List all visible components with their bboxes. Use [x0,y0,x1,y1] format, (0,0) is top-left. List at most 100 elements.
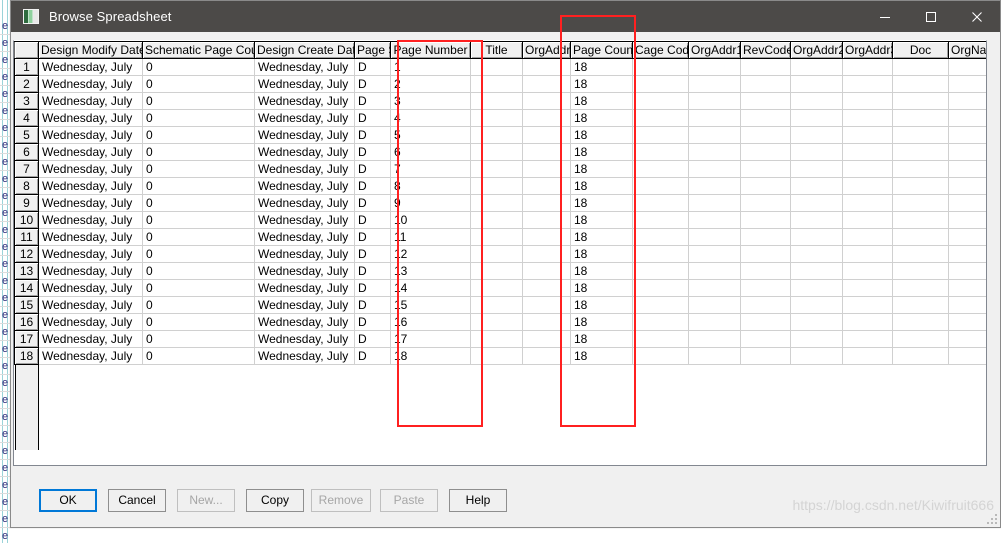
cell-title[interactable] [470,194,523,212]
cell-orgaddr4[interactable] [522,143,571,161]
cell-orgname[interactable] [948,330,986,348]
cell-design-modify-date[interactable]: Wednesday, July [38,126,143,144]
row-number[interactable]: 4 [14,109,39,127]
cell-orgaddr3[interactable] [842,160,893,178]
cell-page-count[interactable]: 18 [570,92,633,110]
cell-design-create-date[interactable]: Wednesday, July [254,279,355,297]
cell-orgaddr2[interactable] [790,262,843,280]
cell-page-size[interactable]: D [354,211,391,229]
cell-page-size[interactable]: D [354,109,391,127]
cell-page-count[interactable]: 18 [570,211,633,229]
row-number[interactable]: 1 [14,58,39,76]
cell-orgaddr4[interactable] [522,313,571,331]
cell-revcode[interactable] [740,347,791,365]
cell-schematic-page-count[interactable]: 0 [142,75,255,93]
cell-design-create-date[interactable]: Wednesday, July [254,126,355,144]
cell-page-number[interactable]: 17 [390,330,471,348]
cancel-button[interactable]: Cancel [108,489,166,512]
cell-design-modify-date[interactable]: Wednesday, July [38,245,143,263]
column-header-doc[interactable]: Doc [892,41,949,59]
cell-doc[interactable] [892,245,949,263]
cell-schematic-page-count[interactable]: 0 [142,330,255,348]
minimize-button[interactable] [862,1,908,32]
row-number[interactable]: 3 [14,92,39,110]
cell-orgname[interactable] [948,143,986,161]
column-header-orgaddr4[interactable]: OrgAddr4 [522,41,571,59]
cell-title[interactable] [470,92,523,110]
cell-doc[interactable] [892,296,949,314]
cell-orgaddr3[interactable] [842,177,893,195]
cell-doc[interactable] [892,75,949,93]
table-row[interactable]: 7 Wednesday, July 0 Wednesday, July D 7 18 [14,160,986,178]
table-row[interactable]: 13 Wednesday, July 0 Wednesday, July D 13 18 [14,262,986,280]
cell-orgaddr3[interactable] [842,211,893,229]
cell-page-count[interactable]: 18 [570,330,633,348]
cell-page-count[interactable]: 18 [570,313,633,331]
cell-title[interactable] [470,126,523,144]
row-number[interactable]: 16 [14,313,39,331]
cell-page-number[interactable]: 7 [390,160,471,178]
row-number[interactable]: 8 [14,177,39,195]
cell-page-number[interactable]: 14 [390,279,471,297]
cell-orgaddr4[interactable] [522,330,571,348]
cell-orgaddr2[interactable] [790,75,843,93]
cell-page-number[interactable]: 8 [390,177,471,195]
cell-page-size[interactable]: D [354,313,391,331]
cell-page-size[interactable]: D [354,262,391,280]
cell-revcode[interactable] [740,194,791,212]
cell-page-number[interactable]: 11 [390,228,471,246]
cell-revcode[interactable] [740,313,791,331]
cell-revcode[interactable] [740,58,791,76]
cell-cage-code[interactable] [632,296,689,314]
cell-revcode[interactable] [740,126,791,144]
cell-cage-code[interactable] [632,160,689,178]
cell-orgaddr3[interactable] [842,296,893,314]
cell-cage-code[interactable] [632,228,689,246]
cell-doc[interactable] [892,347,949,365]
cell-revcode[interactable] [740,92,791,110]
cell-design-create-date[interactable]: Wednesday, July [254,245,355,263]
cell-orgaddr3[interactable] [842,279,893,297]
cell-revcode[interactable] [740,262,791,280]
cell-title[interactable] [470,109,523,127]
cell-page-count[interactable]: 18 [570,194,633,212]
cell-orgaddr1[interactable] [688,313,741,331]
cell-doc[interactable] [892,279,949,297]
cell-orgaddr1[interactable] [688,245,741,263]
cell-orgaddr4[interactable] [522,75,571,93]
cell-doc[interactable] [892,126,949,144]
column-header-orgaddr2[interactable]: OrgAddr2 [790,41,843,59]
table-row[interactable]: 4 Wednesday, July 0 Wednesday, July D 4 18 [14,109,986,127]
cell-orgaddr2[interactable] [790,194,843,212]
row-number[interactable]: 10 [14,211,39,229]
cell-revcode[interactable] [740,279,791,297]
cell-revcode[interactable] [740,75,791,93]
cell-orgname[interactable] [948,296,986,314]
cell-cage-code[interactable] [632,194,689,212]
cell-cage-code[interactable] [632,109,689,127]
cell-page-number[interactable]: 15 [390,296,471,314]
cell-page-count[interactable]: 18 [570,75,633,93]
cell-title[interactable] [470,160,523,178]
cell-page-count[interactable]: 18 [570,143,633,161]
cell-orgaddr4[interactable] [522,109,571,127]
cell-schematic-page-count[interactable]: 0 [142,160,255,178]
cell-page-number[interactable]: 3 [390,92,471,110]
row-number[interactable]: 18 [14,347,39,365]
cell-orgaddr3[interactable] [842,347,893,365]
cell-page-number[interactable]: 16 [390,313,471,331]
cell-design-modify-date[interactable]: Wednesday, July [38,313,143,331]
cell-orgaddr1[interactable] [688,160,741,178]
cell-page-number[interactable]: 18 [390,347,471,365]
cell-title[interactable] [470,262,523,280]
cell-orgname[interactable] [948,75,986,93]
cell-orgaddr3[interactable] [842,262,893,280]
column-header-revcode[interactable]: RevCode [740,41,791,59]
table-row[interactable]: 8 Wednesday, July 0 Wednesday, July D 8 18 [14,177,986,195]
cell-revcode[interactable] [740,228,791,246]
cell-title[interactable] [470,245,523,263]
cell-orgaddr2[interactable] [790,211,843,229]
cell-schematic-page-count[interactable]: 0 [142,228,255,246]
row-number[interactable]: 2 [14,75,39,93]
cell-design-create-date[interactable]: Wednesday, July [254,296,355,314]
